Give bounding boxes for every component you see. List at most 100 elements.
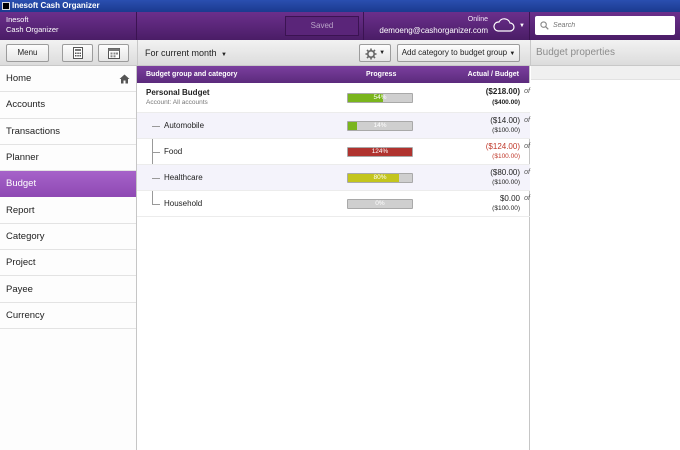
sidebar-item-label: Currency bbox=[6, 309, 45, 321]
period-label: For current month bbox=[145, 48, 217, 58]
toolbar-separator bbox=[530, 40, 531, 66]
sidebar-item-planner[interactable]: Planner bbox=[0, 145, 136, 172]
app-header: Inesoft Cash Organizer Saved Online demo… bbox=[0, 12, 680, 40]
header-divider bbox=[363, 12, 364, 40]
search-box[interactable] bbox=[535, 16, 675, 35]
chevron-down-icon: ▼ bbox=[221, 52, 227, 58]
header-divider bbox=[529, 12, 530, 40]
category-name: Household bbox=[164, 199, 203, 208]
sidebar-item-report[interactable]: Report bbox=[0, 197, 136, 224]
actual-amount: ($218.00) bbox=[485, 87, 520, 96]
category-name: Healthcare bbox=[164, 173, 203, 182]
saved-indicator: Saved bbox=[285, 16, 359, 36]
sidebar-item-label: Planner bbox=[6, 152, 39, 164]
toolbar: Menu For current month ▼ ▼ Add category … bbox=[0, 40, 680, 66]
tree-connector bbox=[152, 126, 160, 127]
budget-table: Budget group and category Progress Actua… bbox=[137, 66, 530, 450]
sidebar-item-label: Category bbox=[6, 230, 45, 242]
brand-company: Inesoft bbox=[6, 15, 29, 24]
progress-text: 124% bbox=[371, 148, 389, 155]
search-input[interactable] bbox=[553, 22, 663, 29]
sidebar-item-label: Report bbox=[6, 204, 35, 216]
settings-button[interactable]: ▼ bbox=[359, 44, 391, 62]
window-title: Inesoft Cash Organizer bbox=[12, 1, 100, 10]
of-label: of bbox=[524, 143, 530, 150]
of-label: of bbox=[524, 88, 530, 95]
budget-amount: ($100.00) bbox=[492, 179, 520, 186]
app-icon bbox=[2, 2, 10, 10]
column-header-actual: Actual / Budget bbox=[467, 71, 519, 78]
online-status: Online bbox=[467, 16, 488, 23]
toolbar-separator bbox=[137, 40, 138, 66]
progress-bar: 14% bbox=[347, 121, 413, 131]
budget-amount: ($100.00) bbox=[492, 127, 520, 134]
sidebar-item-label: Budget bbox=[6, 178, 37, 190]
sidebar: Home Accounts Transactions Planner Budge… bbox=[0, 66, 137, 450]
calendar-icon bbox=[107, 48, 120, 59]
add-category-button[interactable]: Add category to budget group ▼ bbox=[397, 44, 520, 62]
sidebar-item-label: Project bbox=[6, 257, 36, 269]
of-label: of bbox=[524, 169, 530, 176]
group-account: Account: All accounts bbox=[146, 99, 208, 106]
group-name: Personal Budget bbox=[146, 88, 210, 97]
search-icon bbox=[540, 21, 549, 30]
sidebar-item-payee[interactable]: Payee bbox=[0, 276, 136, 303]
add-category-label: Add category to budget group bbox=[401, 48, 508, 57]
sidebar-item-currency[interactable]: Currency bbox=[0, 303, 136, 329]
menu-button[interactable]: Menu bbox=[6, 44, 49, 62]
actual-amount: ($124.00) bbox=[485, 142, 520, 151]
progress-text: 80% bbox=[373, 174, 387, 181]
progress-text: 14% bbox=[373, 122, 387, 129]
sidebar-item-label: Payee bbox=[6, 283, 33, 295]
budget-properties-pane bbox=[531, 66, 680, 450]
category-name: Food bbox=[164, 147, 183, 156]
progress-bar: 54% bbox=[347, 93, 413, 103]
budget-amount: ($100.00) bbox=[492, 153, 520, 160]
calendar-button[interactable] bbox=[98, 44, 129, 62]
sidebar-item-home[interactable]: Home bbox=[0, 66, 136, 93]
account-dropdown-icon[interactable]: ▼ bbox=[519, 23, 525, 29]
progress-bar: 124% bbox=[347, 147, 413, 157]
budget-group-row[interactable]: Personal Budget Account: All accounts 54… bbox=[137, 83, 530, 113]
period-selector[interactable]: For current month ▼ bbox=[145, 48, 227, 58]
calculator-button[interactable] bbox=[62, 44, 93, 62]
budget-category-row[interactable]: Healthcare 80% ($80.00) of ($100.00) bbox=[137, 165, 530, 191]
sidebar-item-project[interactable]: Project bbox=[0, 250, 136, 277]
of-label: of bbox=[524, 195, 530, 202]
window-titlebar: Inesoft Cash Organizer bbox=[0, 0, 680, 12]
category-name: Automobile bbox=[164, 121, 205, 130]
tree-connector bbox=[152, 152, 160, 153]
calculator-icon bbox=[72, 47, 83, 59]
budget-amount: ($400.00) bbox=[492, 99, 520, 106]
brand: Inesoft Cash Organizer bbox=[0, 12, 137, 40]
gear-icon bbox=[365, 48, 377, 60]
column-header-group: Budget group and category bbox=[146, 71, 238, 78]
sidebar-item-transactions[interactable]: Transactions bbox=[0, 119, 136, 145]
brand-product: Cash Organizer bbox=[6, 25, 59, 34]
budget-category-row[interactable]: Household 0% $0.00 of ($100.00) bbox=[137, 191, 530, 217]
properties-strip bbox=[531, 66, 680, 80]
sidebar-item-budget[interactable]: Budget bbox=[0, 171, 136, 198]
budget-category-row[interactable]: Food 124% ($124.00) of ($100.00) bbox=[137, 139, 530, 165]
sidebar-item-category[interactable]: Category bbox=[0, 224, 136, 251]
account-email: demoeng@cashorganizer.com bbox=[379, 26, 488, 35]
progress-text: 0% bbox=[375, 200, 385, 207]
account-info[interactable]: Online demoeng@cashorganizer.com bbox=[366, 14, 488, 36]
budget-category-row[interactable]: Automobile 14% ($14.00) of ($100.00) bbox=[137, 113, 530, 139]
sidebar-item-accounts[interactable]: Accounts bbox=[0, 92, 136, 119]
home-icon bbox=[119, 74, 130, 84]
progress-bar: 80% bbox=[347, 173, 413, 183]
actual-amount: ($14.00) bbox=[490, 116, 520, 125]
sidebar-item-label: Home bbox=[6, 73, 32, 85]
actual-amount: $0.00 bbox=[499, 194, 520, 203]
chevron-down-icon: ▼ bbox=[509, 51, 516, 57]
tree-connector bbox=[152, 204, 160, 205]
progress-text: 54% bbox=[373, 94, 387, 101]
chevron-down-icon: ▼ bbox=[379, 50, 386, 56]
sidebar-item-label: Accounts bbox=[6, 99, 46, 111]
cloud-sync-icon[interactable] bbox=[493, 18, 515, 32]
actual-amount: ($80.00) bbox=[490, 168, 520, 177]
column-header-progress: Progress bbox=[366, 71, 397, 78]
budget-amount: ($100.00) bbox=[492, 205, 520, 212]
table-header: Budget group and category Progress Actua… bbox=[137, 66, 529, 83]
